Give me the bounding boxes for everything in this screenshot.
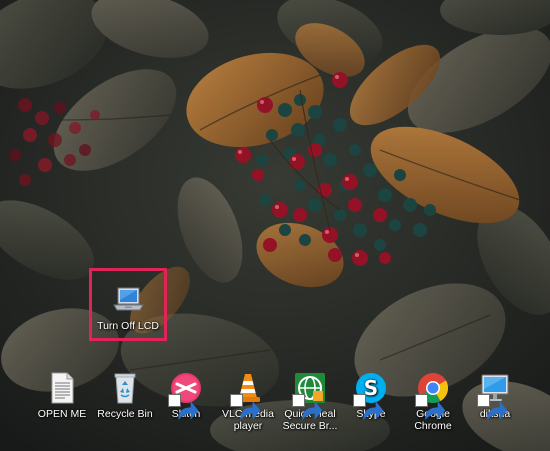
shortcut-arrow-icon [292, 394, 323, 420]
shortcut-arrow-icon [230, 394, 261, 420]
skype-icon: S [353, 371, 388, 420]
desktop-icon-google-chrome[interactable]: Google Chrome [400, 371, 466, 432]
shortcut-arrow-icon [415, 394, 446, 420]
desktop-icon-diksha[interactable]: diksha [462, 371, 528, 420]
skitch-icon [168, 371, 203, 420]
shortcut-arrow-icon [353, 394, 384, 420]
desktop-icon-label: Recycle Bin [97, 408, 153, 420]
desktop-icon-skitch[interactable]: Skitch [153, 371, 219, 420]
laptop-icon [111, 283, 145, 317]
computer-monitor-icon [477, 371, 512, 420]
desktop-icon-open-me[interactable]: OPEN ME [29, 371, 95, 420]
chrome-icon [415, 371, 450, 420]
desktop-icon-label: Turn Off LCD [97, 320, 159, 332]
desktop-icon-skype[interactable]: S Skype [338, 371, 404, 420]
desktop-icon-quick-heal[interactable]: Quick Heal Secure Br... [277, 371, 343, 432]
desktop-icon-turn-off-lcd[interactable]: Turn Off LCD [95, 283, 161, 332]
recycle-bin-icon [108, 371, 142, 405]
shortcut-arrow-icon [477, 394, 508, 420]
document-icon [45, 371, 79, 405]
shortcut-arrow-icon [168, 394, 199, 420]
quick-heal-browser-icon [292, 371, 327, 420]
desktop-icon-label: OPEN ME [37, 408, 87, 420]
desktop-icon-vlc[interactable]: VLC media player [215, 371, 281, 432]
vlc-cone-icon [230, 371, 265, 420]
desktop-icon-recycle-bin[interactable]: Recycle Bin [92, 371, 158, 420]
